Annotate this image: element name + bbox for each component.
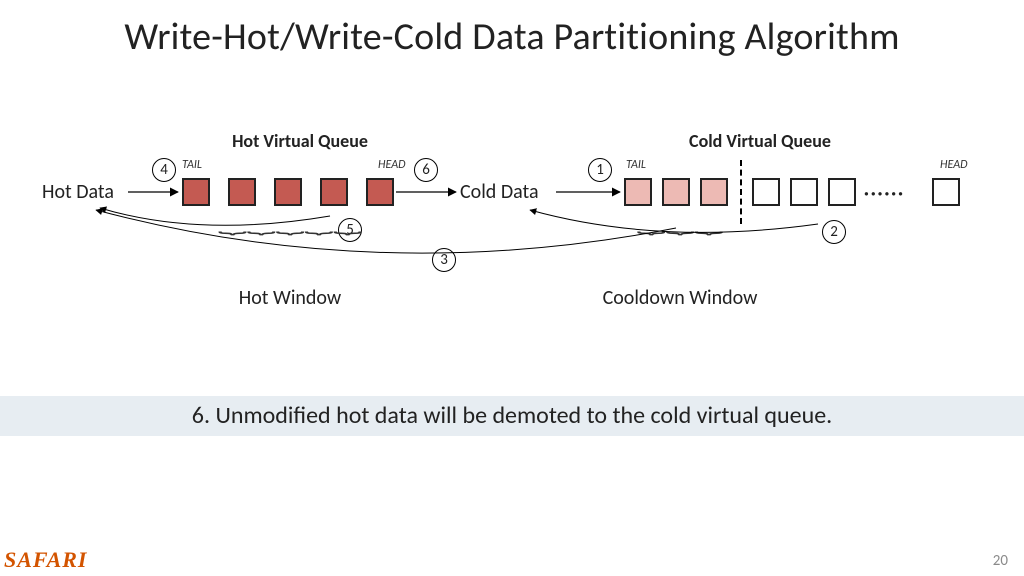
callout-text: 6. Unmodified hot data will be demoted t… [0,396,1024,436]
partitioning-diagram: Hot Virtual Queue Cold Virtual Queue Hot… [0,130,1024,350]
page-number: 20 [993,552,1008,570]
diagram-arrows [0,130,1024,350]
brand-logo: SAFARI [4,547,87,573]
slide-title: Write-Hot/Write-Cold Data Partitioning A… [0,14,1024,60]
